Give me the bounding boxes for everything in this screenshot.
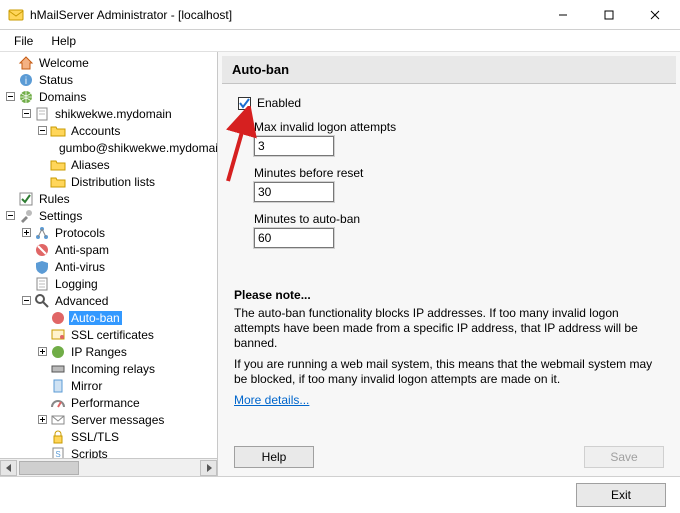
document-icon xyxy=(34,106,50,122)
collapse-icon[interactable] xyxy=(36,125,48,137)
enabled-label: Enabled xyxy=(257,96,301,110)
gauge-icon xyxy=(50,395,66,411)
tree-protocols[interactable]: Protocols xyxy=(20,224,217,241)
content-pane: Auto-ban Enabled Max invalid logon attem… xyxy=(218,52,680,476)
maximize-button[interactable] xyxy=(586,0,632,29)
log-icon xyxy=(34,276,50,292)
folder-icon xyxy=(50,174,66,190)
magnifier-icon xyxy=(34,293,50,309)
note-p1: The auto-ban functionality blocks IP add… xyxy=(234,306,664,351)
note-p2: If you are running a web mail system, th… xyxy=(234,357,664,387)
certificate-icon xyxy=(50,327,66,343)
scroll-thumb[interactable] xyxy=(19,461,79,475)
tools-icon xyxy=(18,208,34,224)
svg-text:i: i xyxy=(25,76,27,87)
app-icon xyxy=(8,7,24,23)
tree-servermsgs[interactable]: Server messages xyxy=(36,411,217,428)
message-icon xyxy=(50,412,66,428)
window-title: hMailServer Administrator - [localhost] xyxy=(30,8,540,22)
tree-welcome[interactable]: Welcome xyxy=(4,54,217,71)
shield-icon xyxy=(34,259,50,275)
tree-status[interactable]: iStatus xyxy=(4,71,217,88)
close-button[interactable] xyxy=(632,0,678,29)
expand-icon[interactable] xyxy=(36,346,48,358)
help-button[interactable]: Help xyxy=(234,446,314,468)
info-icon: i xyxy=(18,72,34,88)
page-title: Auto-ban xyxy=(222,56,676,84)
mirror-icon xyxy=(50,378,66,394)
script-icon: S xyxy=(50,446,66,459)
expand-icon[interactable] xyxy=(20,227,32,239)
scroll-right-icon[interactable] xyxy=(200,460,217,476)
menu-help[interactable]: Help xyxy=(43,32,84,50)
footer: Exit xyxy=(0,477,680,513)
tree-logging[interactable]: Logging xyxy=(20,275,217,292)
enabled-checkbox[interactable] xyxy=(238,97,251,110)
tree-settings[interactable]: Settings xyxy=(4,207,217,224)
tree-autoban[interactable]: Auto-ban xyxy=(36,309,217,326)
tree-advanced[interactable]: Advanced xyxy=(20,292,217,309)
maxinvalid-input[interactable] xyxy=(254,136,334,156)
tree-domains[interactable]: Domains xyxy=(4,88,217,105)
tree-rules[interactable]: Rules xyxy=(4,190,217,207)
folder-icon xyxy=(50,157,66,173)
tree-mirror[interactable]: Mirror xyxy=(36,377,217,394)
tree-ipranges[interactable]: IP Ranges xyxy=(36,343,217,360)
svg-text:S: S xyxy=(55,450,60,459)
scroll-left-icon[interactable] xyxy=(0,460,17,476)
tree-distlists[interactable]: Distribution lists xyxy=(36,173,217,190)
tree-account-item[interactable]: gumbo@shikwekwe.mydomain xyxy=(52,139,217,156)
tree-aliases[interactable]: Aliases xyxy=(36,156,217,173)
tree-accounts[interactable]: Accounts xyxy=(36,122,217,139)
note-section: Please note... The auto-ban functionalit… xyxy=(234,288,664,407)
relay-icon xyxy=(50,361,66,377)
tree-hscrollbar[interactable] xyxy=(0,458,217,476)
ban-icon xyxy=(50,310,66,326)
expand-icon[interactable] xyxy=(36,414,48,426)
note-heading: Please note... xyxy=(234,288,664,302)
minban-input[interactable] xyxy=(254,228,334,248)
tree-performance[interactable]: Performance xyxy=(36,394,217,411)
tree-antivirus[interactable]: Anti-virus xyxy=(20,258,217,275)
tree[interactable]: Welcome iStatus Domains shikwekwe.mydoma… xyxy=(0,52,217,458)
home-icon xyxy=(18,55,34,71)
collapse-icon[interactable] xyxy=(4,91,16,103)
tree-domain[interactable]: shikwekwe.mydomain xyxy=(20,105,217,122)
minimize-button[interactable] xyxy=(540,0,586,29)
menu-file[interactable]: File xyxy=(6,32,41,50)
tree-scripts[interactable]: SScripts xyxy=(36,445,217,458)
minreset-input[interactable] xyxy=(254,182,334,202)
tree-pane: Welcome iStatus Domains shikwekwe.mydoma… xyxy=(0,52,218,476)
tree-increlays[interactable]: Incoming relays xyxy=(36,360,217,377)
menu-bar: File Help xyxy=(0,30,680,52)
collapse-icon[interactable] xyxy=(4,210,16,222)
collapse-icon[interactable] xyxy=(20,295,32,307)
tree-sslcerts[interactable]: SSL certificates xyxy=(36,326,217,343)
minban-label: Minutes to auto-ban xyxy=(254,212,660,226)
block-icon xyxy=(34,242,50,258)
tree-ssltls[interactable]: SSL/TLS xyxy=(36,428,217,445)
save-button[interactable]: Save xyxy=(584,446,664,468)
check-icon xyxy=(18,191,34,207)
tree-antispam[interactable]: Anti-spam xyxy=(20,241,217,258)
minreset-label: Minutes before reset xyxy=(254,166,660,180)
lock-icon xyxy=(50,429,66,445)
globe-icon xyxy=(50,344,66,360)
exit-button[interactable]: Exit xyxy=(576,483,666,507)
maxinvalid-label: Max invalid logon attempts xyxy=(254,120,660,134)
title-bar: hMailServer Administrator - [localhost] xyxy=(0,0,680,30)
folder-open-icon xyxy=(50,123,66,139)
more-details-link[interactable]: More details... xyxy=(234,393,309,407)
globe-icon xyxy=(18,89,34,105)
network-icon xyxy=(34,225,50,241)
collapse-icon[interactable] xyxy=(20,108,32,120)
